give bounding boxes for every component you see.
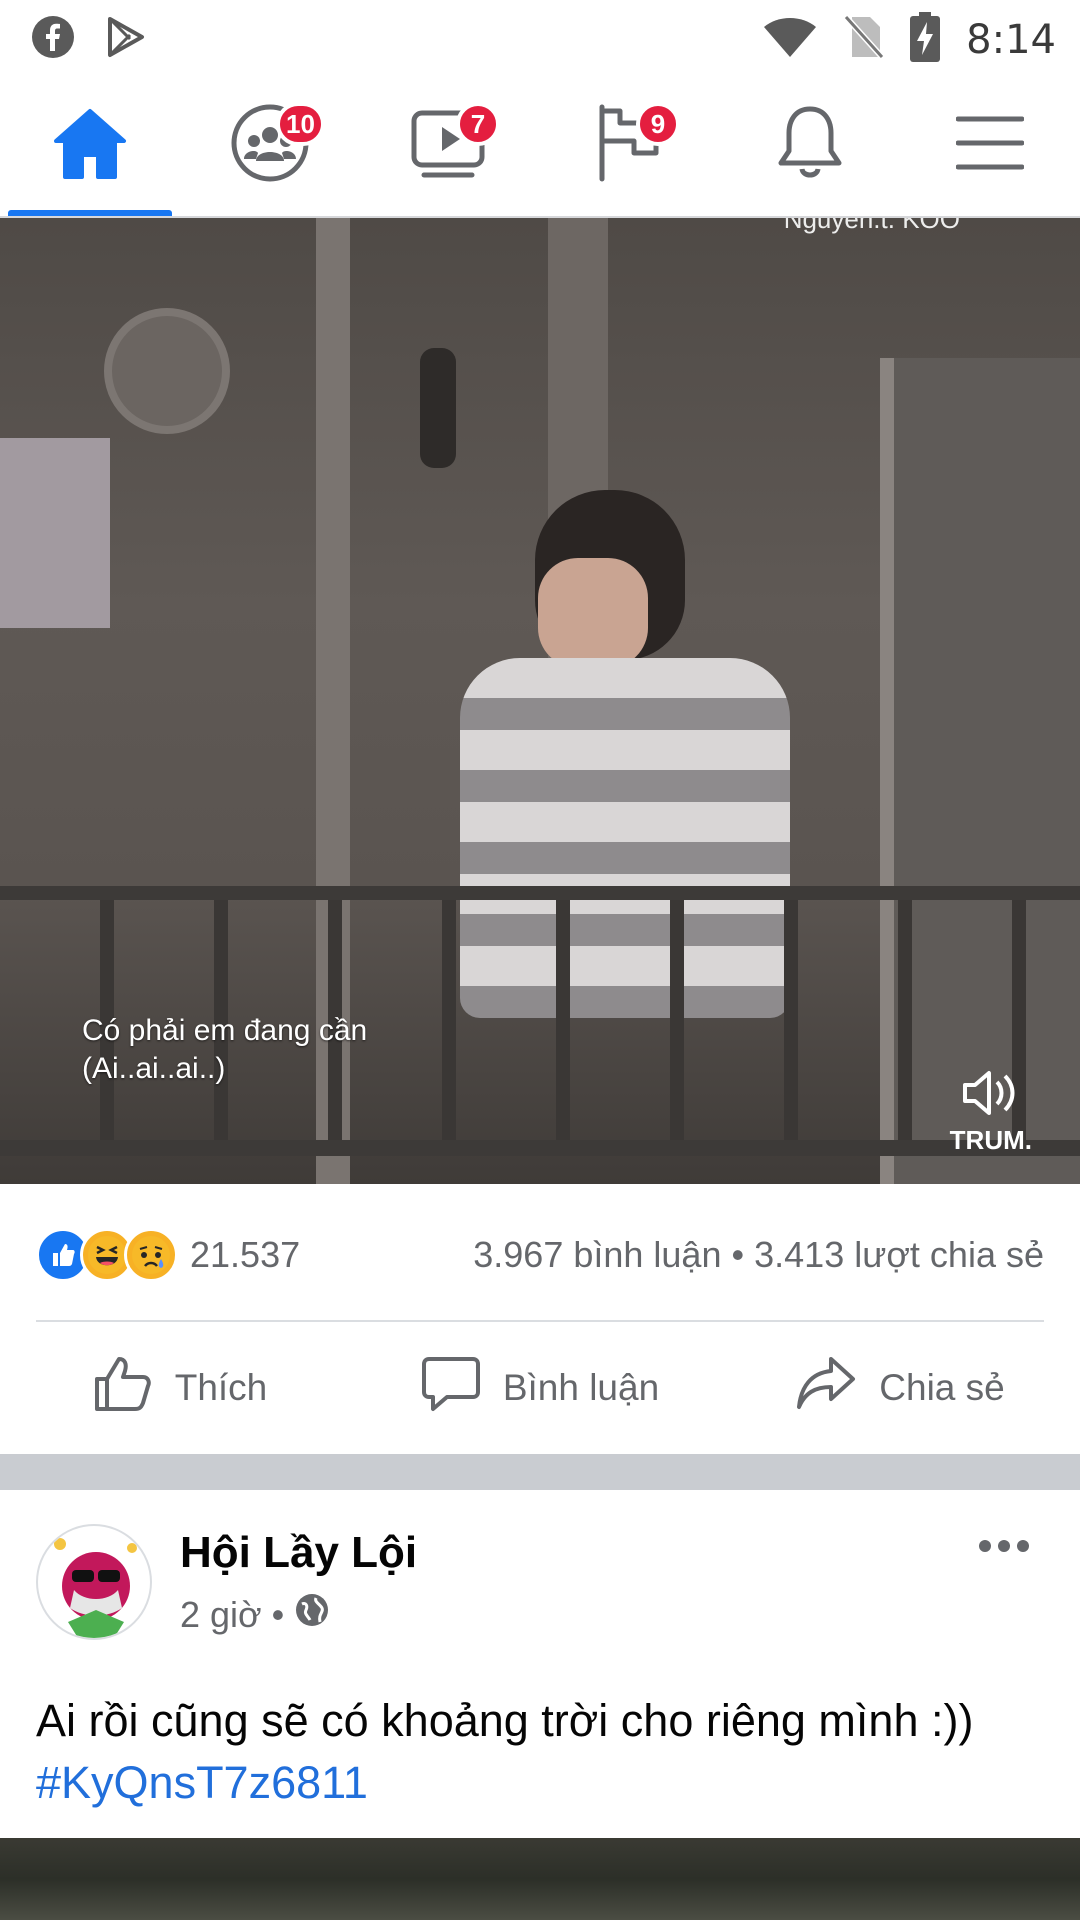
tab-pages[interactable]: 9 [540,74,720,216]
sad-reaction-icon [124,1228,178,1282]
comment-icon [421,1355,481,1422]
tab-home[interactable] [0,74,180,216]
hamburger-menu-icon [955,113,1025,178]
more-dots-icon [978,1540,1030,1558]
post-body: Ai rồi cũng sẽ có khoảng trời cho riêng … [36,1690,1044,1814]
video-background-hose [420,348,456,468]
video-person-face [538,558,648,668]
video-railing [0,886,1080,900]
share-button[interactable]: Chia sẻ [720,1330,1080,1446]
video-watermark: TRUM. [950,1068,1032,1156]
divider [36,1320,1044,1322]
share-label: Chia sẻ [879,1367,1005,1408]
facebook-icon [30,14,76,65]
reaction-count[interactable]: 21.537 [190,1234,300,1276]
globe-icon [294,1592,330,1637]
comment-count[interactable]: 3.967 bình luận [473,1234,721,1275]
video-caption: Có phải em đang cần (Ai..ai..ai..) [82,1012,367,1088]
comment-button[interactable]: Bình luận [360,1330,720,1446]
video-player[interactable]: Nguyen.t. KOO Có phải em đang cần (Ai..a… [0,218,1080,1184]
status-bar: 8:14 [0,0,1080,74]
watch-badge: 7 [456,102,500,146]
video-background-cloth [0,438,110,628]
post-media-preview[interactable] [0,1838,1080,1920]
thumbs-up-icon [93,1355,153,1422]
video-caption-line: Có phải em đang cần [82,1014,368,1047]
meta-separator: • [271,1593,285,1635]
stats-separator: • [731,1234,745,1275]
share-arrow-icon [795,1355,857,1422]
volume-icon[interactable] [950,1068,1032,1125]
watermark-text: TRUM. [949,1125,1032,1155]
post-header: Hội Lầy Lội 2 giờ • [36,1524,1044,1644]
like-label: Thích [174,1367,268,1408]
post-stats: 3.967 bình luận • 3.413 lượt chia sẻ [473,1234,1044,1276]
groups-badge: 10 [276,102,325,146]
post-actions: Thích Bình luận Chia sẻ [0,1330,1080,1446]
tab-watch[interactable]: 7 [360,74,540,216]
pages-badge: 9 [636,102,680,146]
video-background-clock [104,308,230,434]
feed-separator [0,1454,1080,1490]
video-channel-name: Nguyen.t. KOO [783,218,960,234]
top-navigation: 10 7 9 [0,74,1080,218]
hashtag-link[interactable]: #KyQnsT7z6811 [36,1752,1044,1814]
share-count[interactable]: 3.413 lượt chia sẻ [754,1234,1044,1275]
reaction-icons [36,1228,178,1282]
like-button[interactable]: Thích [0,1330,360,1446]
more-options-button[interactable] [978,1538,1030,1559]
home-icon [52,107,128,184]
tab-groups[interactable]: 10 [180,74,360,216]
post-text: Ai rồi cũng sẽ có khoảng trời cho riêng … [36,1695,974,1746]
wifi-icon [762,15,818,64]
battery-charging-icon [910,12,941,67]
no-sim-icon [843,13,885,66]
play-store-icon [104,15,148,64]
tab-menu[interactable] [900,74,1080,216]
post-time[interactable]: 2 giờ [180,1594,262,1636]
status-time: 8:14 [966,16,1056,63]
post-meta: 2 giờ • [180,1592,330,1637]
tab-notifications[interactable] [720,74,900,216]
video-railing [0,1140,1080,1156]
active-tab-indicator [8,210,172,216]
video-caption-line: (Ai..ai..ai..) [82,1052,226,1085]
reactions-summary[interactable]: 21.537 3.967 bình luận • 3.413 lượt chia… [36,1222,1044,1288]
avatar[interactable] [36,1524,152,1640]
post-author[interactable]: Hội Lầy Lội [180,1528,417,1578]
bell-icon [775,103,845,188]
comment-label: Bình luận [502,1367,660,1408]
